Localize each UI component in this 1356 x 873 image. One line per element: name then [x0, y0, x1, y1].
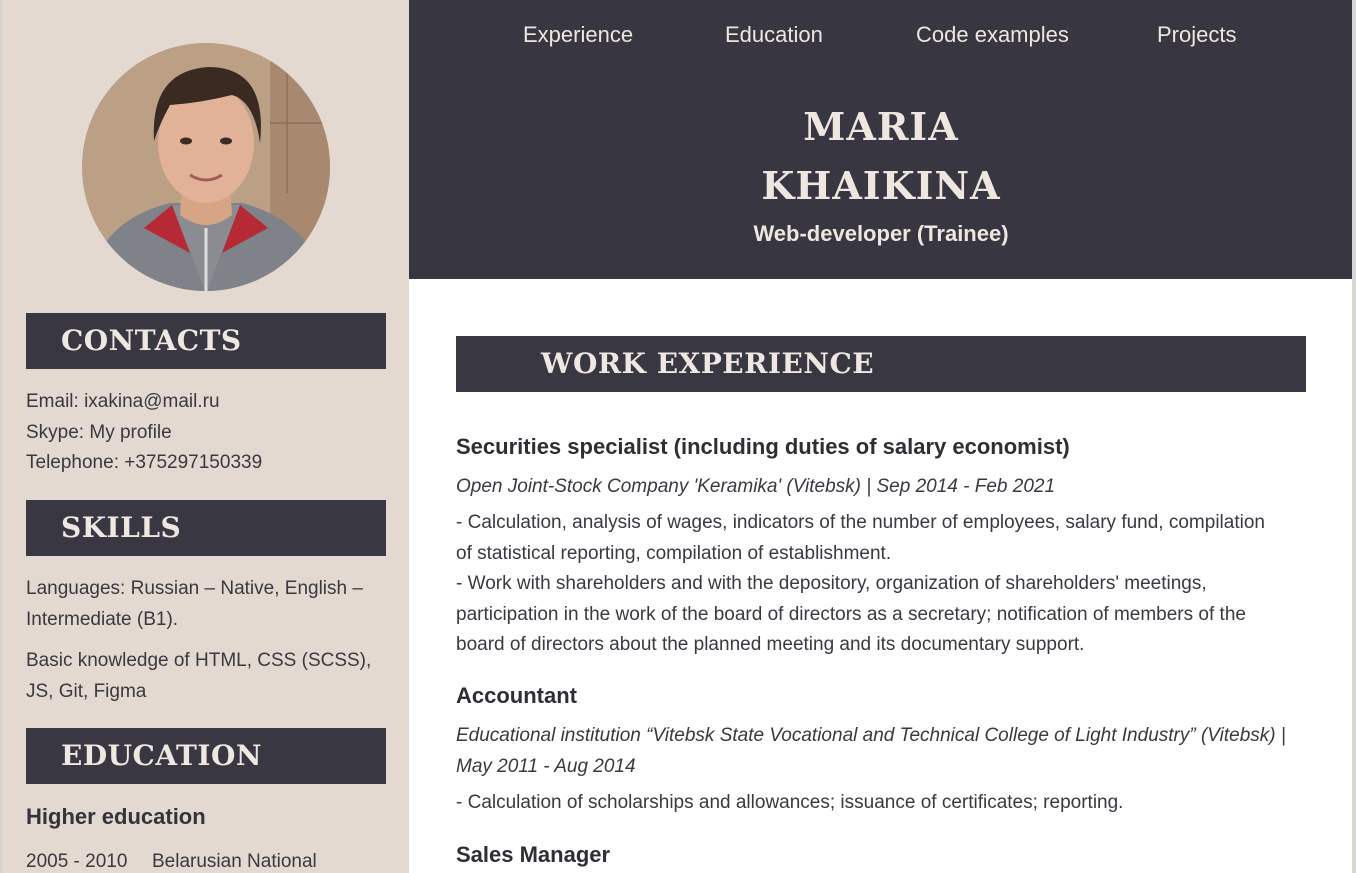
- education-entry-place: Belarusian National: [151, 851, 317, 872]
- skills-heading: SKILLS: [26, 500, 386, 556]
- education-sub-heading: Higher education: [26, 804, 206, 829]
- skills-knowledge-line: Basic knowledge of HTML, CSS (SCSS),: [26, 650, 372, 671]
- person-first-name: MARIA: [803, 104, 959, 149]
- job-description-line: - Calculation of scholarships and allowa…: [456, 792, 1124, 813]
- contacts-list: Email: ixakina@mail.ru Skype: My profile…: [26, 387, 386, 479]
- education-heading: EDUCATION: [26, 728, 386, 784]
- job-company: Educational institution “Vitebsk State V…: [456, 721, 1306, 782]
- page-header: Experience Education Code examples Proje…: [409, 0, 1353, 279]
- job-description-line: board of directors about the planned mee…: [456, 634, 1085, 655]
- nav-experience-link[interactable]: Experience: [523, 22, 633, 48]
- page-right-border: [1352, 0, 1356, 873]
- job-company-line: May 2011 - Aug 2014: [456, 755, 636, 777]
- contact-email[interactable]: Email: ixakina@mail.ru: [26, 387, 386, 418]
- contact-telephone: Telephone: +375297150339: [26, 452, 263, 473]
- job-description-line: participation in the work of the board o…: [456, 603, 1246, 625]
- job-description-line: of statistical reporting, compilation of…: [456, 542, 892, 564]
- nav-projects-link[interactable]: Projects: [1157, 22, 1236, 48]
- sidebar: CONTACTS Email: ixakina@mail.ru Skype: M…: [3, 0, 409, 873]
- job-description-line: - Work with shareholders and with the de…: [456, 573, 1207, 594]
- nav-code-examples-link[interactable]: Code examples: [916, 22, 1069, 48]
- work-experience-heading: WORK EXPERIENCE: [456, 336, 1306, 392]
- job-company-line: Educational institution “Vitebsk State V…: [456, 725, 1286, 746]
- job-description-line: - Calculation, analysis of wages, indica…: [456, 512, 1265, 533]
- job-description: - Calculation of scholarships and allowa…: [456, 788, 1306, 819]
- skills-languages-line: Languages: Russian – Native, English –: [26, 578, 363, 599]
- profile-photo-illustration: [82, 43, 330, 291]
- job-title: Accountant: [456, 683, 577, 708]
- job-title: Sales Manager: [456, 842, 611, 867]
- nav-education-link[interactable]: Education: [725, 22, 823, 48]
- skills-knowledge-line: JS, Git, Figma: [26, 680, 147, 702]
- person-role: Web-developer (Trainee): [753, 221, 1009, 246]
- job-company-line: Open Joint-Stock Company 'Keramika' (Vit…: [456, 476, 1056, 497]
- contacts-heading: CONTACTS: [26, 313, 386, 369]
- skills-knowledge: Basic knowledge of HTML, CSS (SCSS), JS,…: [26, 646, 386, 707]
- job-description: - Calculation, analysis of wages, indica…: [456, 508, 1306, 661]
- contact-skype[interactable]: Skype: My profile: [26, 418, 386, 449]
- job-company: Open Joint-Stock Company 'Keramika' (Vit…: [456, 472, 1306, 503]
- job-title: Securities specialist (including duties …: [456, 434, 1070, 459]
- person-last-name: KHAIKINA: [761, 163, 1001, 208]
- skills-languages-line: Intermediate (B1).: [26, 608, 179, 630]
- education-entry: 2005 - 2010 Belarusian National: [26, 847, 386, 873]
- education-entry-years: 2005 - 2010: [26, 851, 128, 872]
- profile-photo: [82, 43, 330, 291]
- skills-languages: Languages: Russian – Native, English – I…: [26, 574, 386, 635]
